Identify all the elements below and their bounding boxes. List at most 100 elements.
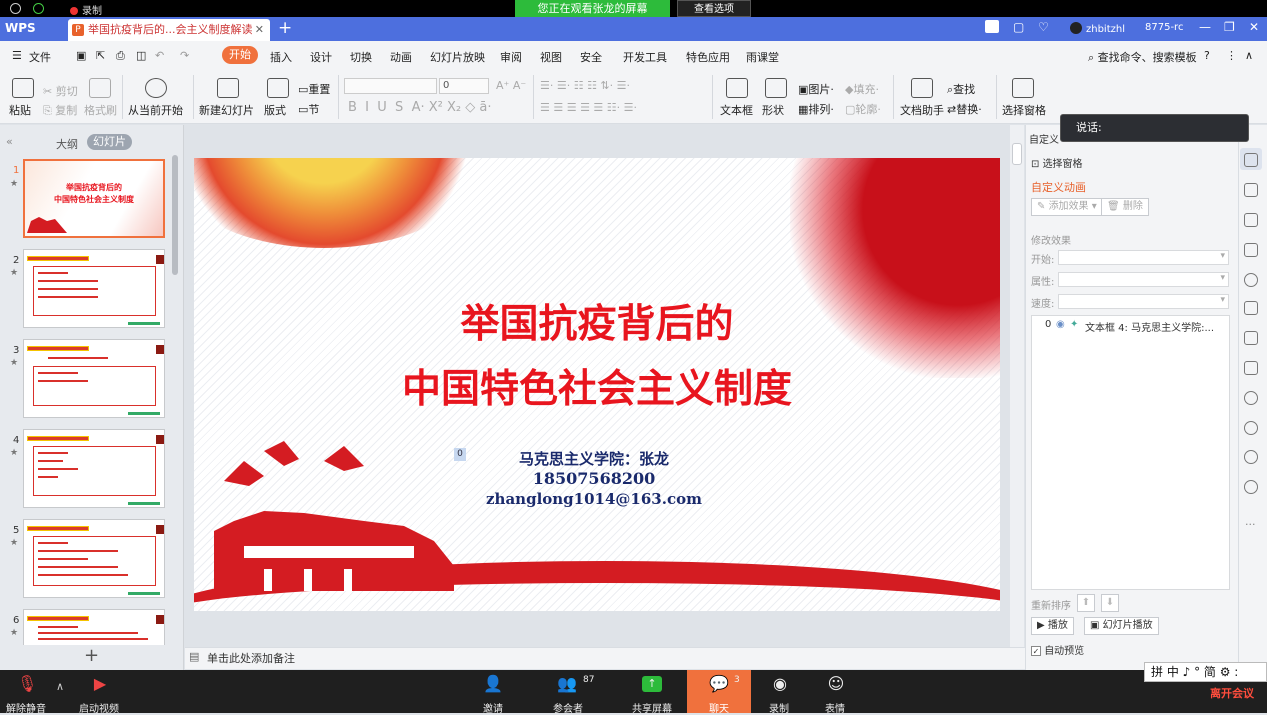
canvas-scrollbar[interactable] bbox=[1010, 125, 1024, 647]
shirt-icon[interactable]: ♡ bbox=[1038, 20, 1049, 34]
animation-item[interactable]: 文本框 4: 马克思主义学院:... bbox=[1085, 319, 1214, 334]
slide-phone[interactable]: 18507568200 bbox=[404, 469, 784, 488]
tab-review[interactable]: 审阅 bbox=[500, 49, 522, 65]
picture-button[interactable]: ▣图片· bbox=[798, 81, 834, 97]
copy-button[interactable]: ⎘ 复制 bbox=[43, 102, 77, 118]
animation-icon[interactable] bbox=[1244, 153, 1258, 167]
help-circle-icon[interactable] bbox=[1244, 480, 1258, 494]
tab-transition[interactable]: 切换 bbox=[350, 49, 372, 65]
arrange-button[interactable]: ▦排列· bbox=[798, 101, 834, 117]
chat-button[interactable]: 💬 3 聊天 bbox=[687, 670, 751, 715]
align-icons[interactable]: ☰ ☰ ☰ ☰ ☰ ☷· ☰· bbox=[540, 101, 637, 114]
command-search[interactable]: ⌕ 查找命令、搜索模板 bbox=[1088, 49, 1197, 65]
tab-developer[interactable]: 开发工具 bbox=[623, 49, 667, 65]
add-effect-button[interactable]: ✎ 添加效果 ▾ bbox=[1031, 198, 1103, 216]
paste-button[interactable]: 粘贴 bbox=[9, 102, 31, 118]
font-grow-icon[interactable]: A⁺ A⁻ bbox=[496, 79, 526, 92]
cut-button[interactable]: ✂ 剪切 bbox=[43, 83, 78, 99]
leave-meeting-button[interactable]: 离开会议 bbox=[1210, 685, 1254, 701]
tab-security[interactable]: 安全 bbox=[580, 49, 602, 65]
slide-thumbnail-2[interactable] bbox=[23, 249, 165, 328]
tab-slideshow[interactable]: 幻灯片放映 bbox=[430, 49, 485, 65]
slide-title-line-1[interactable]: 举国抗疫背后的 bbox=[194, 293, 1000, 349]
tab-outline[interactable]: 大纲 bbox=[56, 136, 78, 152]
play-button[interactable]: ▶ 播放 bbox=[1031, 617, 1074, 635]
close-window-icon[interactable]: ✕ bbox=[1249, 20, 1259, 34]
help-icon[interactable]: ? bbox=[1204, 49, 1210, 62]
auto-preview-checkbox[interactable]: ✓ 自动预览 bbox=[1031, 642, 1084, 657]
add-slide-icon[interactable]: + bbox=[84, 645, 99, 666]
file-menu[interactable]: 文件 bbox=[29, 49, 51, 65]
slide-thumbnail-4[interactable] bbox=[23, 429, 165, 508]
redo-icon[interactable]: ↷ bbox=[180, 49, 189, 62]
slide-thumbnail-5[interactable] bbox=[23, 519, 165, 598]
slideshow-button[interactable]: ▣ 幻灯片播放 bbox=[1084, 617, 1159, 635]
slide-thumbnail-3[interactable] bbox=[23, 339, 165, 418]
canvas-scroll-thumb[interactable] bbox=[1012, 143, 1022, 165]
slide-thumbnail-1[interactable]: 举国抗疫背后的 中国特色社会主义制度 bbox=[23, 159, 165, 238]
more-tools-icon[interactable]: ··· bbox=[1245, 518, 1256, 531]
slide-email[interactable]: zhanglong1014@163.com bbox=[404, 490, 784, 508]
slide-thumbnail-6[interactable] bbox=[23, 609, 165, 645]
save-icon[interactable]: ▣ bbox=[76, 49, 86, 62]
copy-icon[interactable] bbox=[1244, 183, 1258, 197]
picture-icon[interactable] bbox=[1244, 243, 1258, 257]
new-slide-button[interactable]: 新建幻灯片 bbox=[199, 102, 254, 118]
speed-dropdown[interactable] bbox=[1058, 294, 1229, 309]
skin-icon[interactable]: ▢ bbox=[1013, 20, 1024, 34]
textbox-button[interactable]: 文本框 bbox=[720, 102, 753, 118]
preview-icon[interactable]: ◫ bbox=[136, 49, 146, 62]
image-icon[interactable] bbox=[1244, 361, 1258, 375]
move-up-icon[interactable]: ⬆ bbox=[1077, 594, 1095, 612]
shape-button[interactable]: 形状 bbox=[762, 102, 784, 118]
format-painter-button[interactable]: 格式刷 bbox=[84, 102, 117, 118]
doc-assistant-button[interactable]: 文档助手 bbox=[900, 102, 944, 118]
font-style-buttons[interactable]: B I U S A· X² X₂ ◇ ā· bbox=[348, 100, 491, 115]
archive-icon[interactable] bbox=[1244, 301, 1258, 315]
view-options-button[interactable]: 查看选项 bbox=[677, 0, 751, 17]
tab-design[interactable]: 设计 bbox=[310, 49, 332, 65]
collapse-panel-icon[interactable]: « bbox=[6, 135, 13, 148]
tab-animation[interactable]: 动画 bbox=[390, 49, 412, 65]
collapse-ribbon-icon[interactable]: ∧ bbox=[1245, 49, 1253, 62]
selection-pane-link[interactable]: ⊡ 选择窗格 bbox=[1031, 155, 1083, 170]
tab-view[interactable]: 视图 bbox=[540, 49, 562, 65]
hamburger-icon[interactable]: ☰ bbox=[12, 49, 22, 62]
minimize-icon[interactable]: — bbox=[1199, 20, 1211, 34]
slide-author[interactable]: 马克思主义学院：张龙 bbox=[404, 448, 784, 469]
slide-title-line-2[interactable]: 中国特色社会主义制度 bbox=[194, 358, 1000, 414]
document-tab[interactable]: 举国抗疫背后的...会主义制度解读 ✕ bbox=[68, 19, 270, 41]
new-tab-button[interactable]: + bbox=[278, 18, 292, 38]
history-icon[interactable] bbox=[1244, 450, 1258, 464]
tab-rain-classroom[interactable]: 雨课堂 bbox=[746, 49, 779, 65]
play-from-current-button[interactable]: 从当前开始 bbox=[128, 102, 183, 118]
tab-features[interactable]: 特色应用 bbox=[686, 49, 730, 65]
property-dropdown[interactable] bbox=[1058, 272, 1229, 287]
fill-button[interactable]: ◆填充· bbox=[845, 81, 879, 97]
wps-logo[interactable]: WPS bbox=[5, 21, 36, 35]
reset-button[interactable]: ▭重置 bbox=[298, 81, 330, 97]
share-icon[interactable] bbox=[1244, 331, 1258, 345]
adjust-icon[interactable] bbox=[1244, 213, 1258, 227]
selection-pane-button[interactable]: 选择窗格 bbox=[1002, 102, 1046, 118]
close-tab-icon[interactable]: ✕ bbox=[255, 19, 264, 41]
paragraph-list-icons[interactable]: ☰· ☰· ☷ ☷ ⇅· ☰· bbox=[540, 79, 630, 92]
audio-icon[interactable] bbox=[1244, 391, 1258, 405]
font-size-field[interactable]: 0 bbox=[439, 78, 489, 94]
export-icon[interactable]: ⇱ bbox=[96, 49, 105, 62]
input-method-bar[interactable]: 拼 中 ♪ ° 简 ⚙ : bbox=[1144, 662, 1267, 682]
star-icon[interactable] bbox=[1244, 273, 1258, 287]
current-slide[interactable]: 举国抗疫背后的 中国特色社会主义制度 0 马克思主义学院：张龙 18507568… bbox=[194, 158, 1000, 611]
notes-placeholder[interactable]: 单击此处添加备注 bbox=[207, 650, 295, 666]
replace-button[interactable]: ⇄替换· bbox=[947, 101, 982, 117]
find-button[interactable]: ⌕查找 bbox=[947, 81, 975, 97]
move-down-icon[interactable]: ⬇ bbox=[1101, 594, 1119, 612]
tab-home[interactable]: 开始 bbox=[222, 46, 258, 64]
tab-slides[interactable]: 幻灯片 bbox=[87, 134, 132, 150]
font-name-field[interactable] bbox=[344, 78, 437, 94]
tab-insert[interactable]: 插入 bbox=[270, 49, 292, 65]
notes-bar[interactable] bbox=[185, 647, 1025, 669]
layout-icon[interactable] bbox=[985, 20, 999, 33]
outline-button[interactable]: ▢轮廓· bbox=[845, 101, 881, 117]
animation-list[interactable]: 0 ◉ ✦ 文本框 4: 马克思主义学院:... bbox=[1031, 315, 1230, 590]
